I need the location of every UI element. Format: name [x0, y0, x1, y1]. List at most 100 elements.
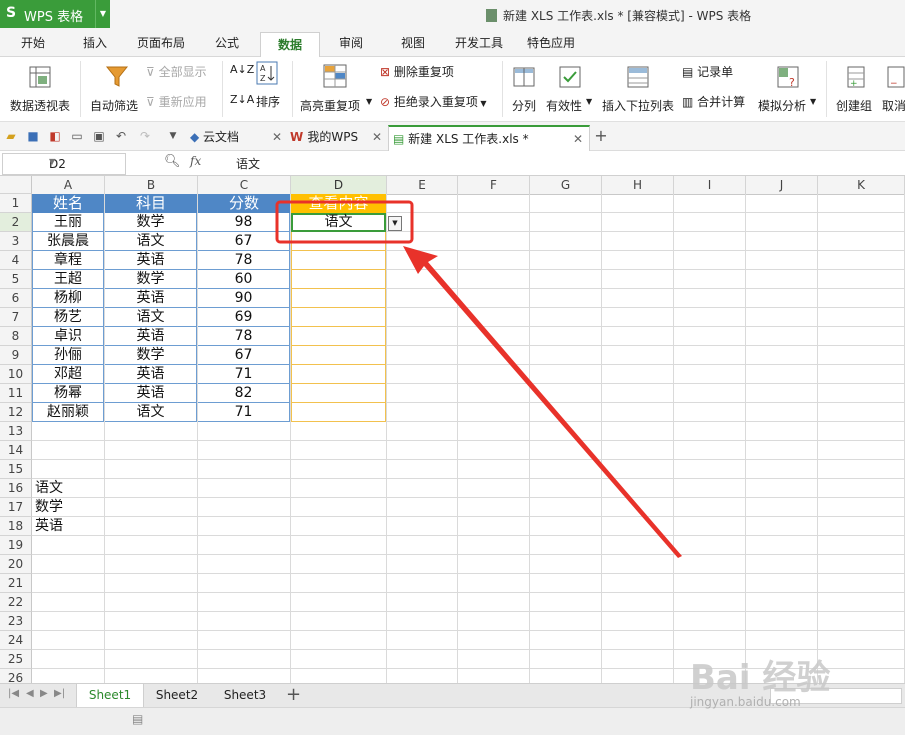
tab-page-layout[interactable]: 页面布局 — [130, 30, 192, 56]
row-header-3[interactable]: 3 — [0, 232, 32, 251]
row-header-5[interactable]: 5 — [0, 270, 32, 289]
table-cell[interactable]: 孙俪 — [32, 346, 104, 365]
doc-tab-workbook[interactable]: ▤ 新建 XLS 工作表.xls * ✕ — [388, 125, 590, 151]
close-icon[interactable]: ✕ — [573, 127, 583, 151]
table-cell[interactable]: 78 — [198, 327, 290, 346]
list-source-cell[interactable]: 数学 — [32, 498, 104, 517]
row-header-14[interactable]: 14 — [0, 441, 32, 460]
table-cell[interactable]: 语文 — [105, 403, 197, 422]
tab-insert[interactable]: 插入 — [72, 30, 118, 56]
save-icon[interactable]: ■ — [26, 129, 40, 143]
table-cell[interactable]: 数学 — [105, 346, 197, 365]
tab-data[interactable]: 数据 — [260, 32, 320, 58]
row-header-12[interactable]: 12 — [0, 403, 32, 422]
print-icon[interactable]: ▭ — [70, 129, 84, 143]
table-cell[interactable]: 语文 — [105, 232, 197, 251]
open-folder-icon[interactable]: ▰ — [4, 129, 18, 143]
first-sheet-icon[interactable]: |◀ — [8, 688, 19, 699]
column-header-b[interactable]: B — [105, 176, 198, 195]
row-header-8[interactable]: 8 — [0, 327, 32, 346]
doc-tab-cloud[interactable]: ◆ 云文档 ✕ — [190, 125, 284, 149]
consolidate-button[interactable]: ▥ 合并计算 — [682, 93, 745, 110]
table-cell[interactable]: 98 — [198, 213, 290, 232]
ungroup-button[interactable]: − 取消 — [882, 61, 905, 117]
table-header-cell[interactable]: 姓名 — [32, 194, 104, 213]
table-cell[interactable]: 67 — [198, 232, 290, 251]
row-header-16[interactable]: 16 — [0, 479, 32, 498]
column-header-j[interactable]: J — [746, 176, 818, 195]
tab-review[interactable]: 审阅 — [328, 30, 374, 56]
row-header-11[interactable]: 11 — [0, 384, 32, 403]
next-sheet-icon[interactable]: ▶ — [40, 688, 48, 699]
view-content-cell[interactable] — [291, 384, 386, 403]
row-header-10[interactable]: 10 — [0, 365, 32, 384]
chevron-down-icon[interactable]: ▼ — [95, 0, 110, 28]
table-cell[interactable]: 邓超 — [32, 365, 104, 384]
column-header-g[interactable]: G — [530, 176, 602, 195]
column-header-a[interactable]: A — [32, 176, 105, 195]
add-sheet-icon[interactable]: + — [286, 684, 301, 705]
table-cell[interactable]: 英语 — [105, 365, 197, 384]
view-content-cell[interactable] — [291, 365, 386, 384]
view-content-cell[interactable] — [291, 232, 386, 251]
row-header-6[interactable]: 6 — [0, 289, 32, 308]
column-header-k[interactable]: K — [818, 176, 905, 195]
row-header-25[interactable]: 25 — [0, 650, 32, 669]
table-cell[interactable]: 英语 — [105, 289, 197, 308]
view-content-cell[interactable] — [291, 327, 386, 346]
table-cell[interactable]: 数学 — [105, 213, 197, 232]
table-cell[interactable]: 数学 — [105, 270, 197, 289]
show-all-button[interactable]: ⊽ 全部显示 — [146, 63, 207, 80]
fx-icon[interactable]: fx — [190, 154, 201, 168]
tab-formulas[interactable]: 公式 — [204, 30, 250, 56]
select-all-corner[interactable] — [0, 176, 32, 194]
row-header-18[interactable]: 18 — [0, 517, 32, 536]
chevron-down-icon[interactable]: ▼ — [166, 129, 180, 143]
chevron-down-icon[interactable]: ▼ — [49, 157, 122, 166]
cell-dropdown-button[interactable]: ▼ — [388, 216, 402, 231]
row-header-7[interactable]: 7 — [0, 308, 32, 327]
table-cell[interactable]: 78 — [198, 251, 290, 270]
tab-view[interactable]: 视图 — [390, 30, 436, 56]
table-header-cell[interactable]: 科目 — [105, 194, 197, 213]
table-cell[interactable]: 杨幂 — [32, 384, 104, 403]
row-header-22[interactable]: 22 — [0, 593, 32, 612]
row-header-20[interactable]: 20 — [0, 555, 32, 574]
spreadsheet-grid[interactable]: A B C D E F G H I J K 1 2 3 4 5 6 7 8 9 10 11 12 13 14 15 16 17 18 19… — [0, 176, 905, 688]
table-cell[interactable]: 71 — [198, 365, 290, 384]
table-cell[interactable]: 90 — [198, 289, 290, 308]
table-cell[interactable]: 英语 — [105, 384, 197, 403]
pivot-table-button[interactable]: 数据透视表 — [8, 61, 72, 117]
close-icon[interactable]: ✕ — [372, 125, 382, 149]
table-cell[interactable]: 82 — [198, 384, 290, 403]
column-header-h[interactable]: H — [602, 176, 674, 195]
table-cell[interactable]: 71 — [198, 403, 290, 422]
undo-icon[interactable]: ↶ — [114, 129, 128, 143]
table-cell[interactable]: 60 — [198, 270, 290, 289]
zoom-lookup-icon[interactable]: 🔍︎ — [164, 154, 181, 169]
table-cell[interactable]: 杨艺 — [32, 308, 104, 327]
table-cell[interactable]: 赵丽颖 — [32, 403, 104, 422]
row-header-1[interactable]: 1 — [0, 194, 32, 213]
autofilter-button[interactable]: 自动筛选 — [90, 61, 142, 117]
selected-cell-d2[interactable]: 语文 — [291, 213, 386, 232]
row-header-17[interactable]: 17 — [0, 498, 32, 517]
export-pdf-icon[interactable]: ◧ — [48, 129, 62, 143]
sort-button[interactable]: 排序 — [256, 93, 280, 110]
column-header-f[interactable]: F — [458, 176, 530, 195]
row-header-4[interactable]: 4 — [0, 251, 32, 270]
table-cell[interactable]: 英语 — [105, 327, 197, 346]
table-cell[interactable]: 章程 — [32, 251, 104, 270]
reapply-button[interactable]: ⊽ 重新应用 — [146, 93, 207, 110]
sort-descending-button[interactable]: Z↓A — [230, 93, 254, 106]
redo-icon[interactable]: ↷ — [138, 129, 152, 143]
sort-icon-large[interactable]: AZ — [256, 61, 282, 85]
table-cell[interactable]: 英语 — [105, 251, 197, 270]
view-content-header-cell[interactable]: 查看内容 — [291, 194, 386, 213]
insert-dropdown-list-button[interactable]: 插入下拉列表 — [600, 61, 676, 117]
table-cell[interactable]: 卓识 — [32, 327, 104, 346]
view-content-cell[interactable] — [291, 308, 386, 327]
highlight-duplicates-button[interactable]: 高亮重复项 ▼ — [300, 61, 374, 117]
table-cell[interactable]: 67 — [198, 346, 290, 365]
reject-duplicates-button[interactable]: ⊘ 拒绝录入重复项 ▼ — [380, 93, 487, 110]
